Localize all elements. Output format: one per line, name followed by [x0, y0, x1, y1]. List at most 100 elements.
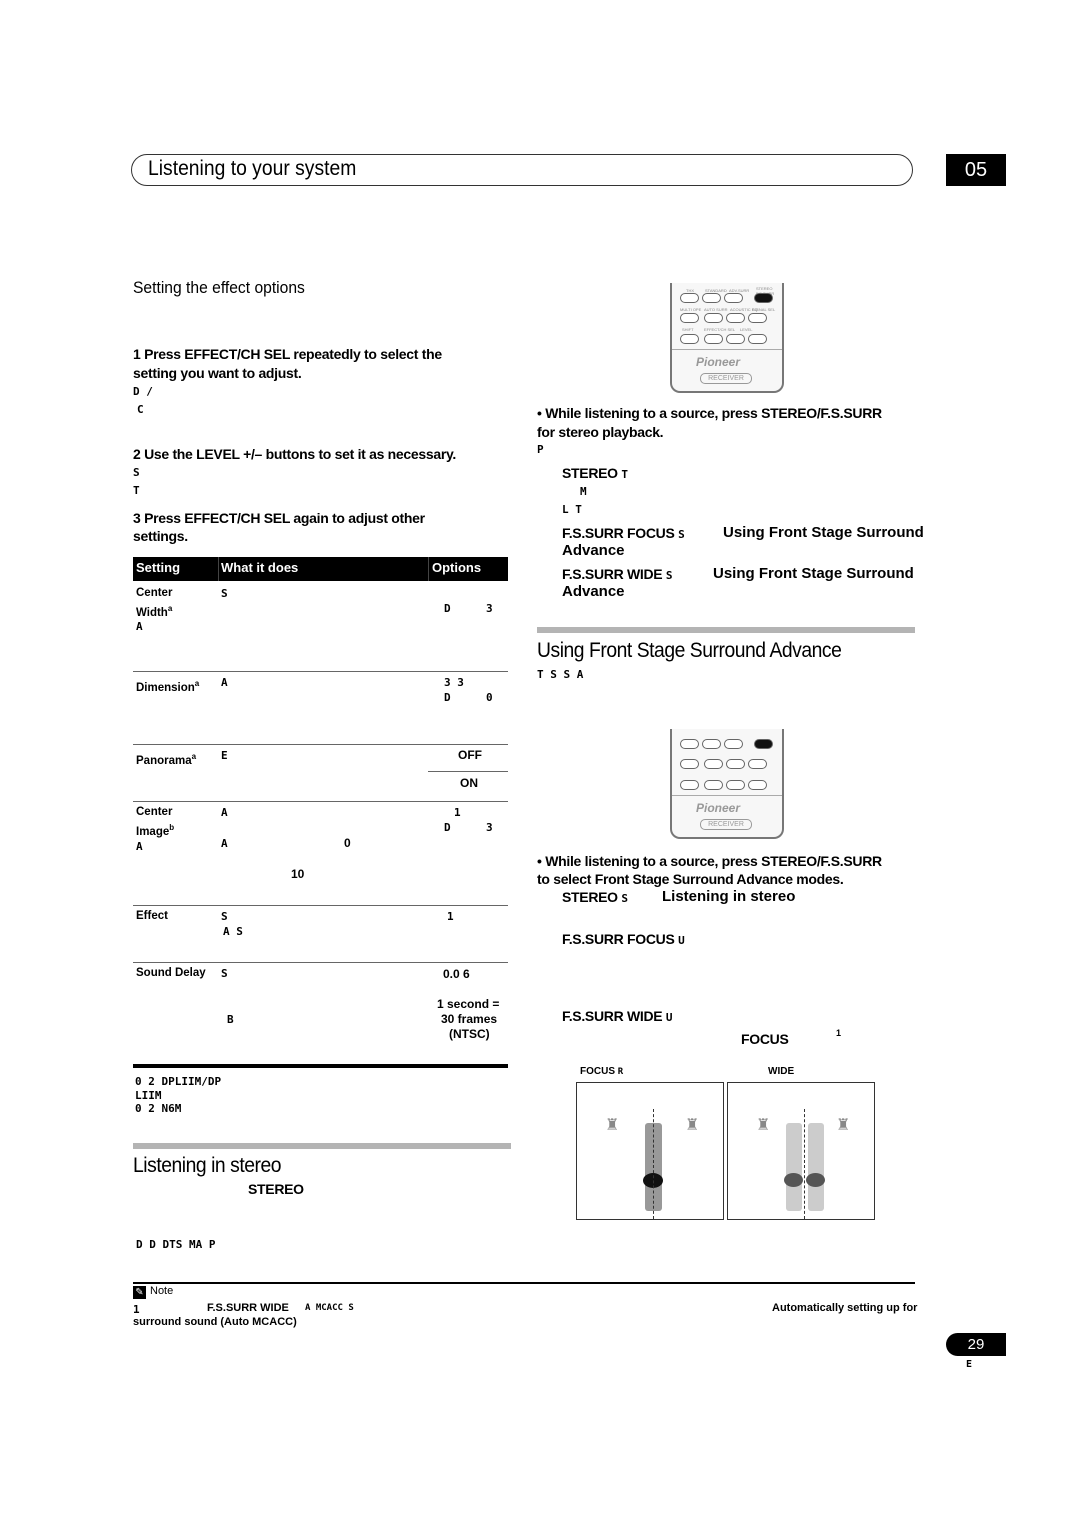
note-label: Note: [150, 1285, 174, 1297]
footnote: 0 2 N6M: [135, 1102, 182, 1115]
fragment: U: [665, 1011, 673, 1024]
fragment: M: [580, 485, 587, 498]
language-code: E: [966, 1359, 973, 1370]
cross-reference[interactable]: Listening in stereo: [662, 888, 795, 905]
fragment: 3: [486, 821, 493, 834]
setting-name: Effect: [136, 910, 168, 922]
setting-name: Image: [136, 825, 170, 838]
speaker-icon: ♜: [836, 1117, 851, 1134]
setting-name: Sound Delay: [136, 967, 206, 979]
mode-name: F.S.SURR FOCUS: [562, 525, 675, 541]
fragment: R: [617, 1067, 624, 1077]
fragment: 10: [291, 867, 305, 881]
cross-reference[interactable]: Advance: [562, 542, 625, 559]
option-on: ON: [460, 776, 478, 790]
mode-name: F.S.SURR WIDE: [562, 566, 663, 582]
fragment: S: [221, 967, 228, 980]
instruction-bullet: • While listening to a source, press STE…: [537, 405, 882, 421]
wide-mode-diagram: ♜ ♜: [727, 1082, 875, 1220]
instruction-cont: for stereo playback.: [537, 424, 664, 440]
speaker-icon: ♜: [756, 1117, 771, 1134]
option: 30 frames: [441, 1012, 498, 1026]
option: 1 second =: [437, 997, 500, 1011]
cross-reference[interactable]: Using Front Stage Surround: [723, 524, 924, 541]
focus-mode-diagram: ♜ ♜: [576, 1082, 724, 1220]
section-title: Listening to your system: [148, 157, 357, 180]
fragment: A: [136, 840, 143, 853]
fragment: S: [133, 466, 140, 479]
remote-control-illustration: Pioneer RECEIVER: [670, 729, 784, 839]
section-header: Listening to your system: [131, 154, 913, 186]
stereo-label: STEREO: [248, 1181, 304, 1197]
pioneer-logo: Pioneer: [696, 801, 741, 815]
fragment: T: [133, 484, 140, 497]
cross-reference[interactable]: Automatically setting up for: [772, 1302, 917, 1314]
step-3-cont: settings.: [133, 528, 188, 544]
footnote-mark: a: [194, 679, 200, 688]
section-heading: Listening in stereo: [133, 1154, 282, 1177]
section-divider: [537, 627, 915, 633]
speaker-icon: ♜: [605, 1117, 620, 1134]
focus-label: FOCUS: [741, 1031, 789, 1047]
setting-name: Center: [136, 587, 173, 599]
fragment: C: [137, 403, 144, 416]
listener-icon: [806, 1173, 825, 1187]
fragment: S: [621, 892, 628, 905]
fragment: S: [221, 587, 228, 600]
option: (NTSC): [449, 1027, 490, 1041]
footnote-mark: a: [167, 604, 173, 613]
setting-name: Center: [136, 806, 173, 818]
fragment: 1: [447, 910, 454, 923]
mode-name: STEREO: [562, 889, 618, 905]
column-header: Options: [432, 560, 482, 575]
listener-icon: [784, 1173, 803, 1187]
chapter-number: 05: [946, 154, 1006, 186]
fragment: A S: [223, 925, 243, 938]
column-header: Setting: [136, 560, 181, 575]
fragment: S: [678, 528, 685, 541]
fragment: D: [444, 691, 451, 704]
note-text: F.S.SURR WIDE: [207, 1302, 289, 1314]
cross-reference[interactable]: Using Front Stage Surround: [713, 565, 914, 582]
mode-name: STEREO: [562, 465, 618, 481]
instruction-bullet: • While listening to a source, press STE…: [537, 853, 882, 869]
note-number: 1: [133, 1303, 140, 1316]
footnote-mark: b: [169, 823, 175, 832]
setting-name: Panorama: [136, 754, 192, 767]
cross-reference[interactable]: Advance: [562, 583, 625, 600]
pioneer-logo: Pioneer: [696, 355, 741, 369]
section-divider: [133, 1143, 511, 1149]
step-2: 2 Use the LEVEL +/– buttons to set it as…: [133, 446, 457, 462]
speaker-icon: ♜: [685, 1117, 700, 1134]
mode-name: F.S.SURR WIDE: [562, 1008, 663, 1024]
fragment: D D DTS MA P: [136, 1238, 216, 1251]
footnote-mark: a: [191, 752, 197, 761]
fragment: T S S A: [537, 668, 584, 681]
fragment: 0: [486, 691, 493, 704]
step-1: 1 Press EFFECT/CH SEL repeatedly to sele…: [133, 346, 442, 362]
remote-control-illustration: THX STANDARD ADV.SURR STEREO F.S.SURR MU…: [670, 283, 784, 393]
section-heading: Using Front Stage Surround Advance: [537, 639, 842, 662]
page-number: 29: [946, 1333, 1006, 1356]
step-1-cont: setting you want to adjust.: [133, 365, 302, 381]
footnote: LIIM: [135, 1089, 162, 1102]
fragment: A: [221, 676, 228, 689]
fragment: D: [444, 821, 451, 834]
option: 0.0 6: [443, 967, 470, 981]
fragment: 0: [344, 836, 351, 850]
diagram-label: WIDE: [768, 1066, 795, 1077]
setting-name: Width: [136, 606, 168, 619]
fragment: D /: [133, 385, 153, 398]
fragment: A: [136, 620, 143, 633]
fragment: S: [665, 569, 673, 582]
fragment: D: [444, 602, 451, 615]
fragment: E: [221, 749, 228, 762]
setting-name: Dimension: [136, 681, 195, 694]
fragment: P: [537, 443, 544, 456]
step-3: 3 Press EFFECT/CH SEL again to adjust ot…: [133, 510, 425, 526]
fragment: L T: [562, 503, 582, 516]
cross-reference[interactable]: surround sound (Auto MCACC): [133, 1316, 297, 1328]
fragment: A: [221, 837, 228, 850]
fragment: T: [621, 468, 628, 481]
subheading: Setting the effect options: [133, 278, 305, 297]
